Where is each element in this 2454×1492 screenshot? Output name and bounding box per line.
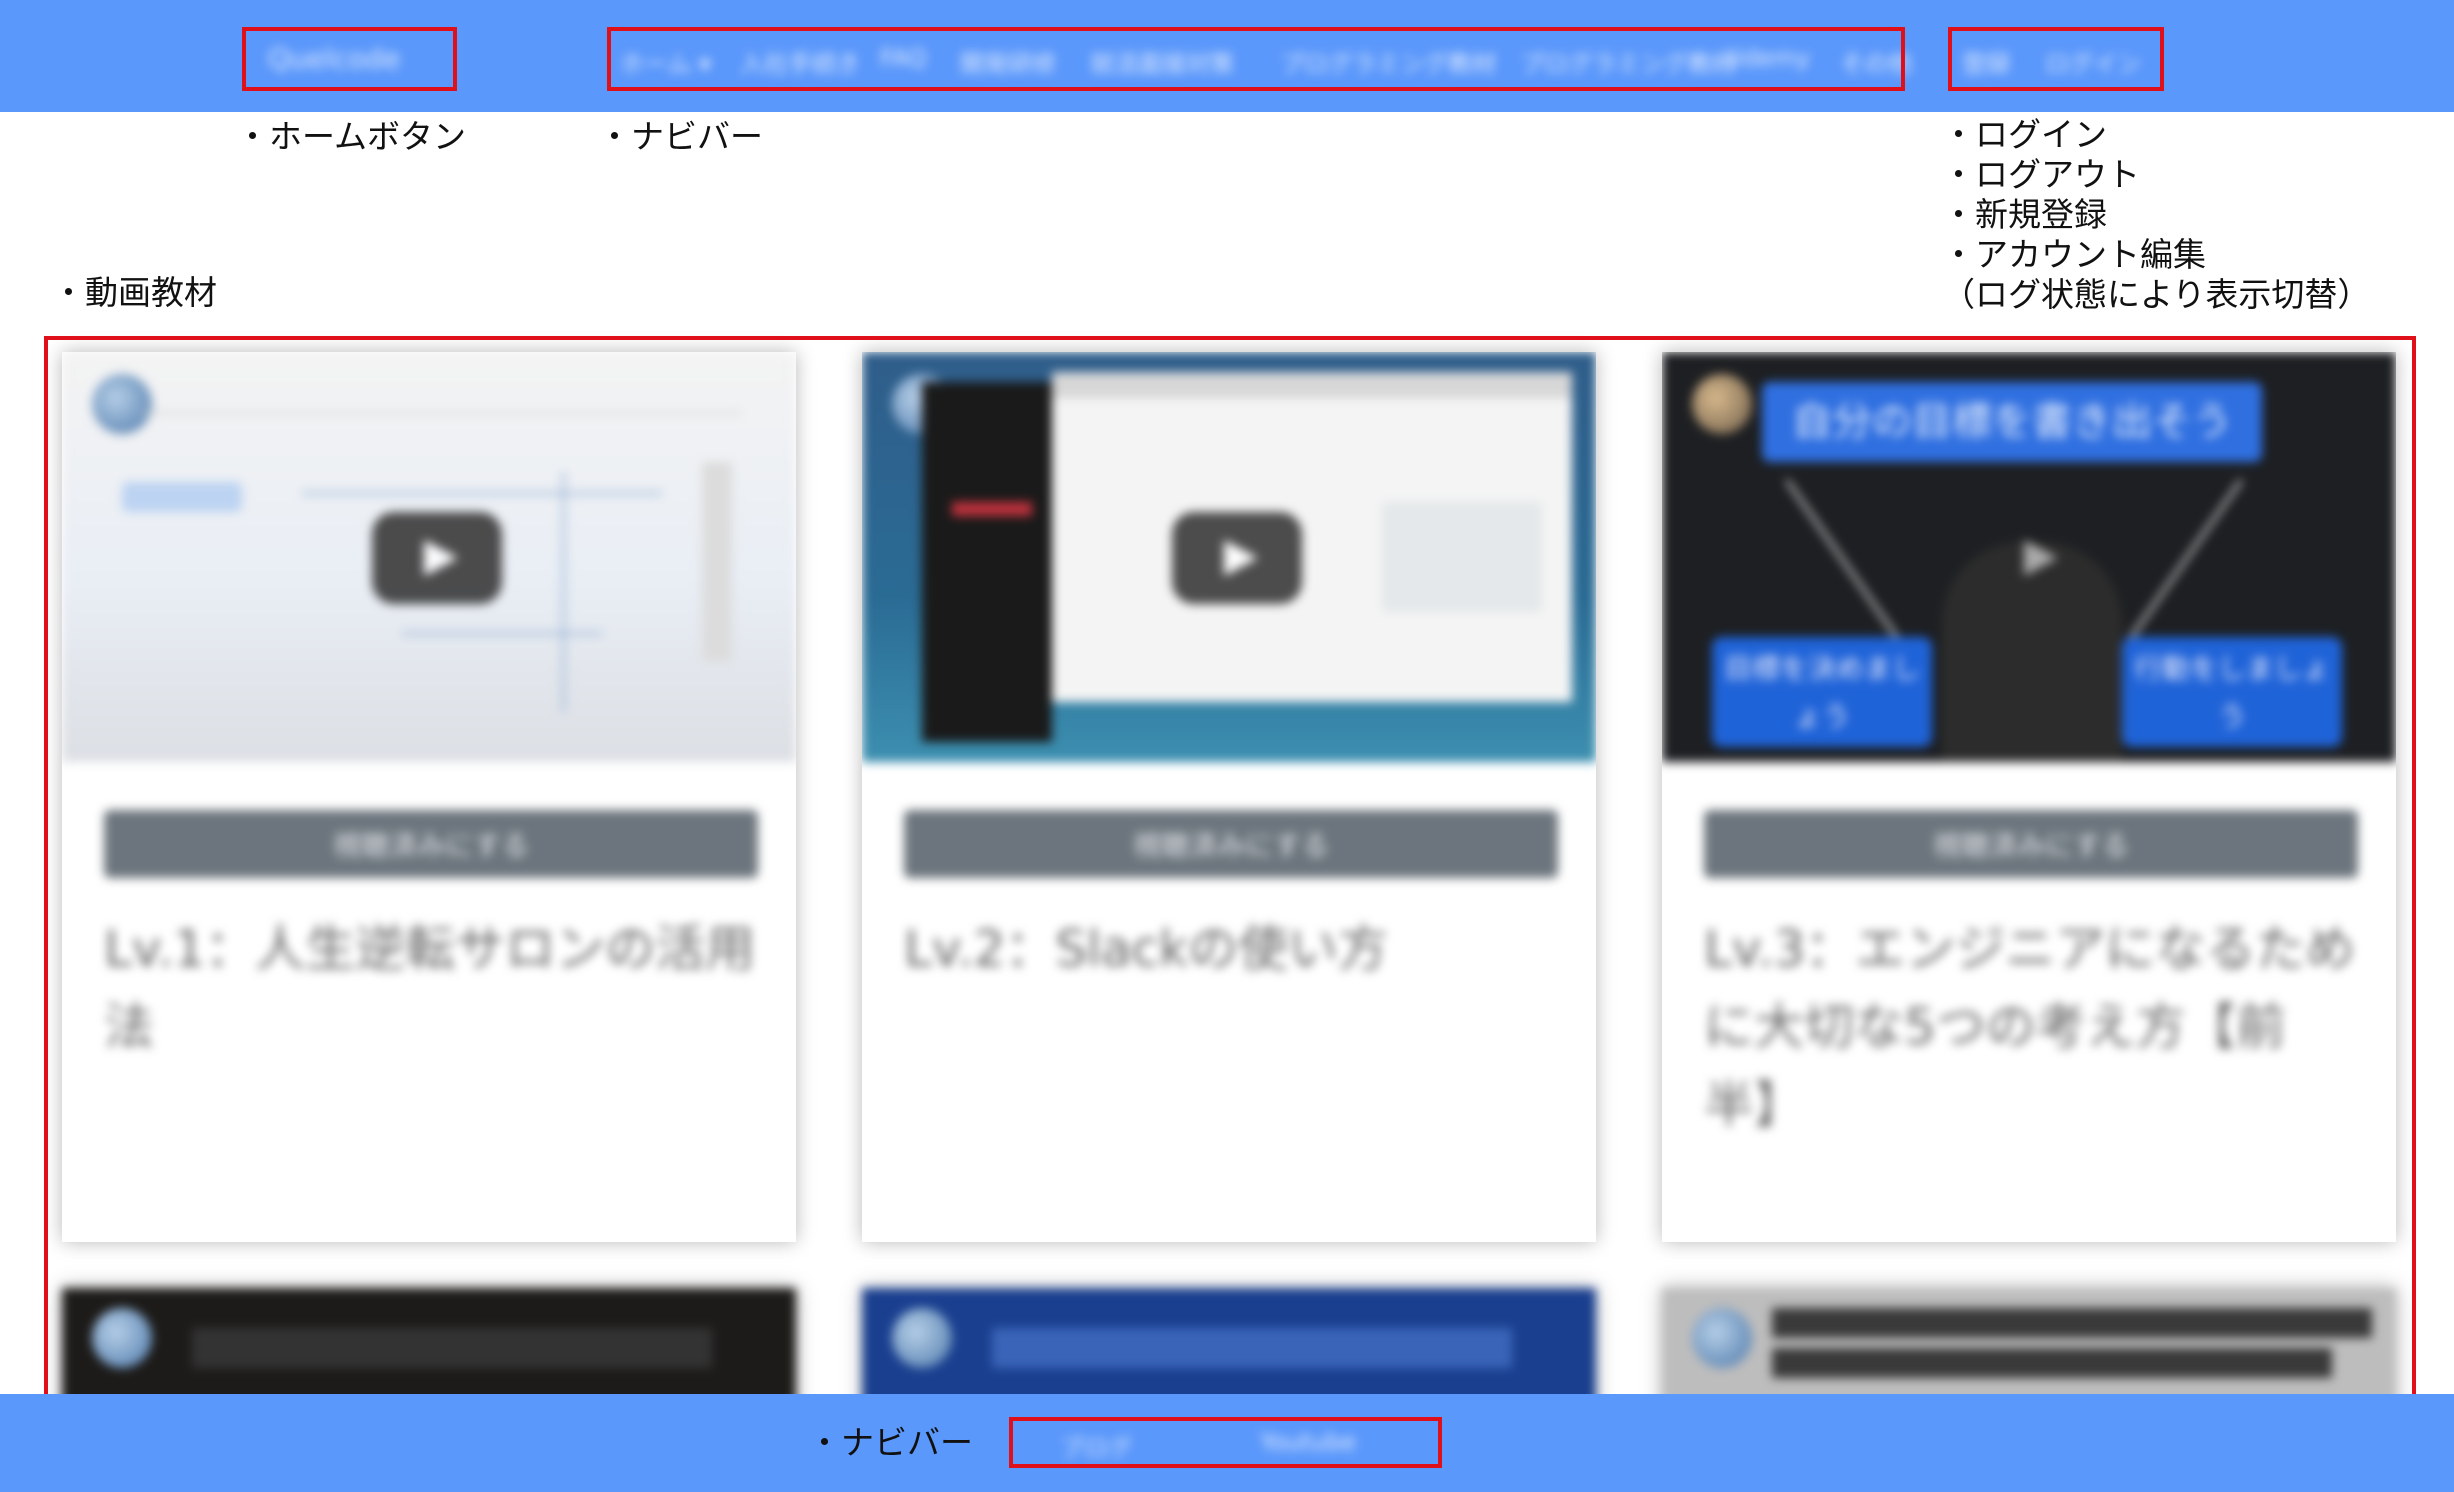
home-button-highlight	[242, 27, 457, 91]
annotation-login-state-note: （ログ状態により表示切替）	[1942, 275, 2371, 314]
navbar-highlight	[607, 27, 1905, 91]
annotation-login: ・ログイン	[1942, 115, 2107, 154]
annotation-auth-list: ・ログイン ・ログアウト ・新規登録 ・アカウント編集 （ログ状態により表示切替…	[1942, 115, 2370, 315]
annotation-video-materials: ・動画教材	[52, 273, 217, 312]
annotation-home-button: ・ホームボタン	[236, 117, 467, 156]
auth-highlight	[1948, 27, 2164, 91]
annotation-navbar-bottom: ・ナビバー	[808, 1423, 973, 1462]
annotation-register: ・新規登録	[1942, 195, 2107, 234]
annotation-logout: ・ログアウト	[1942, 155, 2140, 194]
bottom-navbar-highlight	[1009, 1417, 1442, 1468]
video-materials-highlight	[44, 336, 2416, 1398]
annotation-account-edit: ・アカウント編集	[1942, 235, 2206, 274]
annotation-navbar-top: ・ナビバー	[598, 117, 763, 156]
